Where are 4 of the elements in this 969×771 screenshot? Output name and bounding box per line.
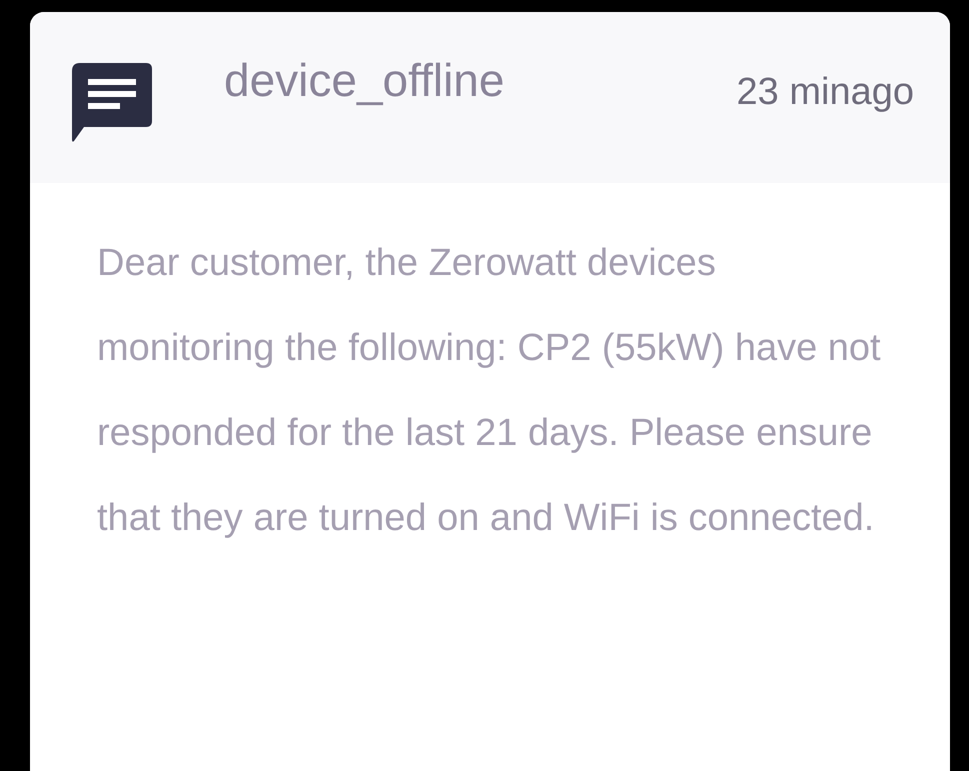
notification-message: Dear customer, the Zerowatt devices monitoring the following: CP2 (55kW) have not responded for the last 21 days. Please ensure that they are turned on and WiFi is connected. [97, 241, 882, 541]
notification-time: 23 minago [736, 71, 914, 114]
notification-title: device_offline [224, 52, 504, 106]
message-icon [72, 62, 152, 142]
